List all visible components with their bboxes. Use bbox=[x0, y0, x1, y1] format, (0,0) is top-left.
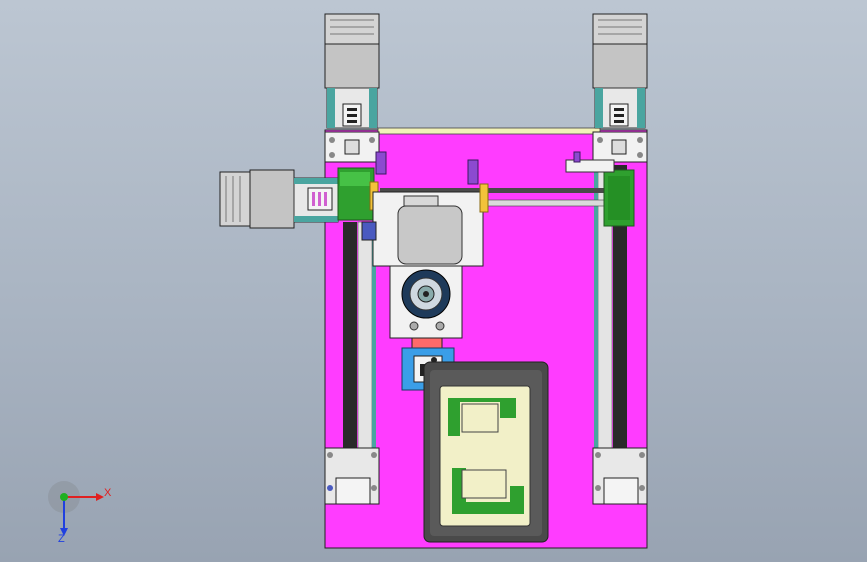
right-top-bearing-block[interactable] bbox=[592, 131, 648, 163]
spindle-head[interactable] bbox=[389, 265, 463, 339]
left-bottom-bearing-block[interactable] bbox=[324, 447, 380, 505]
cad-viewport[interactable]: X Z bbox=[0, 0, 867, 562]
right-vertical-motor[interactable] bbox=[592, 13, 648, 129]
work-fixture[interactable] bbox=[423, 361, 549, 543]
z-axis-label: Z bbox=[58, 533, 65, 545]
right-bottom-bearing-block[interactable] bbox=[592, 447, 648, 505]
left-vertical-motor[interactable] bbox=[324, 13, 380, 129]
left-top-bearing-block[interactable] bbox=[324, 131, 380, 163]
x-axis-motor[interactable] bbox=[219, 169, 339, 229]
y-axis-dot bbox=[60, 493, 68, 501]
left-lead-screw[interactable] bbox=[343, 221, 376, 481]
x-axis-label: X bbox=[104, 487, 112, 499]
coordinate-triad: X Z bbox=[48, 481, 112, 545]
